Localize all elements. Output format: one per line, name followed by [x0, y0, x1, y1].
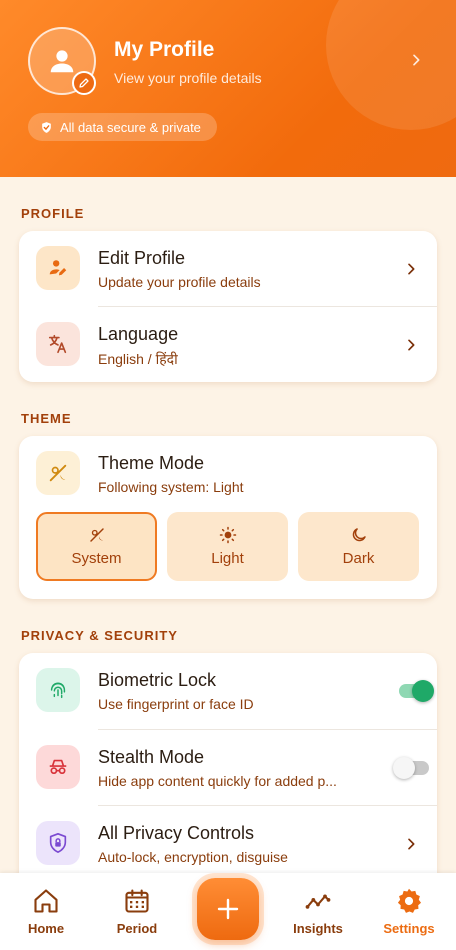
- sun-icon: [219, 526, 236, 544]
- stealth-mode-row[interactable]: Stealth Mode Hide app content quickly fo…: [19, 730, 437, 806]
- add-button[interactable]: [197, 878, 259, 940]
- edit-profile-icon-box: [36, 246, 80, 290]
- plus-icon: [217, 898, 239, 920]
- theme-mode-row: Theme Mode Following system: Light: [19, 436, 437, 512]
- home-icon: [34, 889, 58, 913]
- profile-subtitle: View your profile details: [114, 70, 262, 86]
- avatar-edit-button[interactable]: [72, 71, 96, 95]
- theme-mode-title: Theme Mode: [98, 453, 205, 473]
- biometric-lock-subtitle: Use fingerprint or face ID: [98, 696, 254, 712]
- fingerprint-icon: [50, 682, 66, 699]
- trend-chart-icon: [305, 894, 331, 909]
- nav-period-label: Period: [116, 921, 158, 936]
- secure-badge: All data secure & private: [28, 113, 217, 141]
- profile-header[interactable]: My Profile View your profile details All…: [0, 0, 456, 177]
- stealth-mode-title: Stealth Mode: [98, 747, 205, 767]
- secure-badge-label: All data secure & private: [60, 119, 201, 135]
- language-row[interactable]: Language English / हिंदी: [19, 307, 437, 383]
- theme-mode-subtitle: Following system: Light: [98, 479, 244, 495]
- nav-home-label: Home: [27, 921, 65, 936]
- auto-theme-icon: [89, 528, 104, 542]
- profile-card: Edit Profile Update your profile details…: [19, 231, 437, 382]
- gear-icon: [397, 888, 422, 913]
- theme-option-light[interactable]: Light: [167, 512, 288, 581]
- nav-period[interactable]: Period: [102, 887, 172, 936]
- edit-profile-subtitle: Update your profile details: [98, 274, 261, 290]
- profile-title: My Profile: [114, 38, 215, 61]
- calendar-icon: [125, 889, 149, 913]
- biometric-lock-row[interactable]: Biometric Lock Use fingerprint or face I…: [19, 653, 437, 729]
- incognito-icon: [49, 759, 67, 775]
- theme-option-label: Light: [211, 550, 244, 567]
- pencil-icon: [79, 78, 89, 88]
- header-decoration: [326, 0, 456, 130]
- user-icon: [50, 50, 74, 73]
- nav-home[interactable]: Home: [11, 887, 81, 936]
- theme-card: Theme Mode Following system: Light Syste…: [19, 436, 437, 599]
- chevron-right-icon: [408, 838, 415, 850]
- shield-lock-icon: [49, 833, 67, 853]
- theme-icon-box: [36, 451, 80, 495]
- theme-option-label: System: [71, 550, 122, 567]
- shield-check-icon: [42, 121, 51, 133]
- toggle-knob: [412, 680, 434, 702]
- edit-profile-title: Edit Profile: [98, 248, 186, 268]
- nav-settings[interactable]: Settings: [374, 887, 444, 936]
- edit-profile-row[interactable]: Edit Profile Update your profile details: [19, 231, 437, 307]
- translate-icon: [48, 334, 67, 354]
- theme-option-label: Dark: [342, 550, 375, 567]
- biometric-lock-title: Biometric Lock: [98, 670, 217, 690]
- theme-option-dark[interactable]: Dark: [298, 512, 419, 581]
- section-label-profile: PROFILE: [21, 206, 85, 221]
- biometric-toggle[interactable]: [399, 680, 434, 702]
- stealth-mode-subtitle: Hide app content quickly for added p...: [98, 773, 337, 789]
- privacy-controls-icon-box: [36, 821, 80, 865]
- language-subtitle: English / हिंदी: [98, 351, 178, 367]
- privacy-controls-title: All Privacy Controls: [98, 823, 255, 843]
- stealth-icon-box: [36, 745, 80, 789]
- privacy-controls-subtitle: Auto-lock, encryption, disguise: [98, 849, 288, 865]
- moon-icon: [352, 528, 366, 542]
- nav-insights[interactable]: Insights: [283, 887, 353, 936]
- auto-theme-icon: [49, 464, 67, 482]
- privacy-card: Biometric Lock Use fingerprint or face I…: [19, 653, 437, 893]
- nav-insights-label: Insights: [293, 921, 343, 936]
- language-title: Language: [98, 324, 179, 344]
- nav-settings-label: Settings: [383, 921, 435, 936]
- language-icon-box: [36, 322, 80, 366]
- chevron-right-icon: [408, 339, 415, 351]
- section-label-theme: THEME: [21, 411, 72, 426]
- stealth-toggle[interactable]: [393, 757, 429, 779]
- chevron-right-icon: [408, 263, 415, 275]
- section-label-privacy: PRIVACY & SECURITY: [21, 628, 178, 643]
- toggle-knob: [393, 757, 415, 779]
- edit-user-icon: [49, 260, 67, 276]
- privacy-controls-row[interactable]: All Privacy Controls Auto-lock, encrypti…: [19, 806, 437, 882]
- theme-option-system[interactable]: System: [36, 512, 157, 581]
- biometric-icon-box: [36, 668, 80, 712]
- chevron-right-icon: [413, 54, 420, 66]
